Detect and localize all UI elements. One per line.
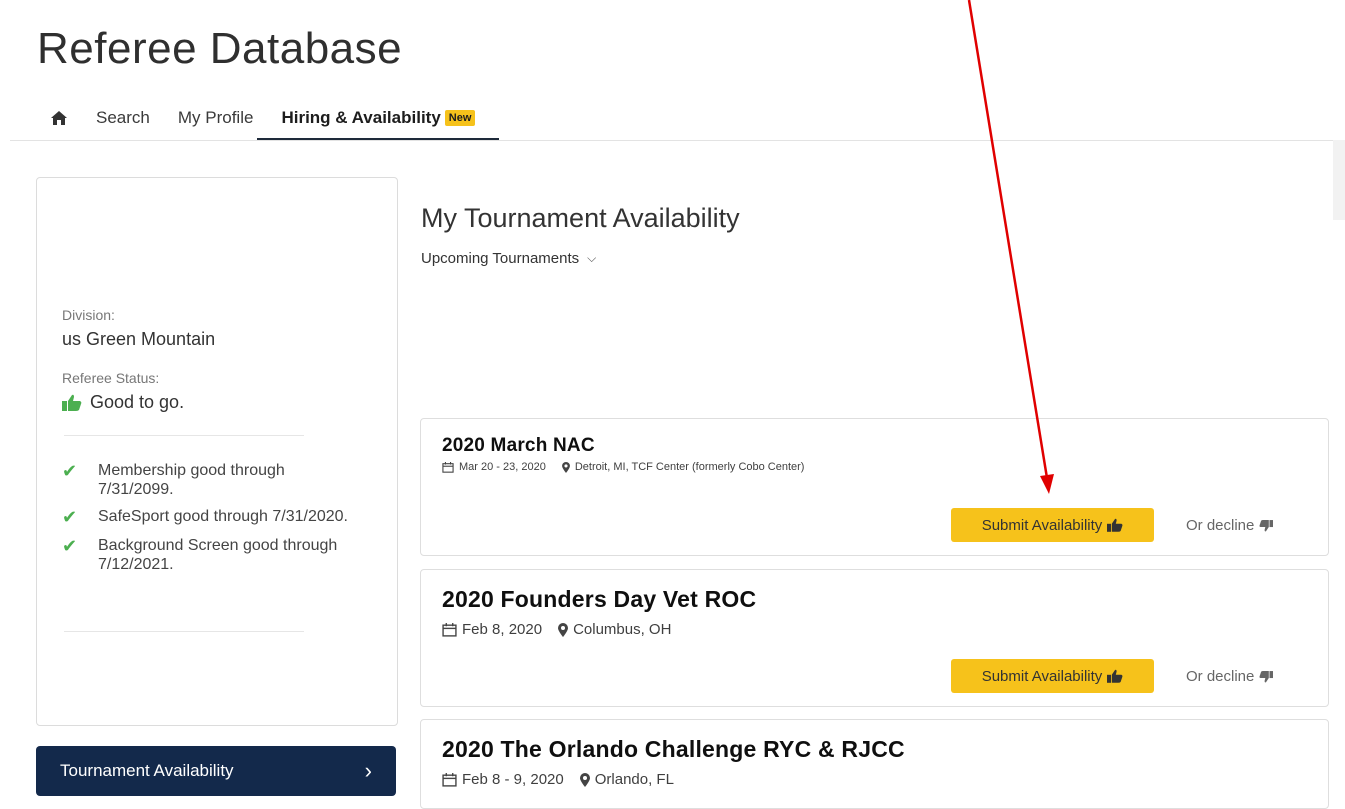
tournament-location: Orlando, FL: [579, 771, 674, 788]
profile-sidebar: Division: us Green Mountain Referee Stat…: [36, 177, 398, 726]
decline-label: Or decline: [1186, 517, 1255, 534]
thumbs-down-icon: [1259, 670, 1274, 682]
tournament-card: 2020 The Orlando Challenge RYC & RJCC Fe…: [420, 719, 1329, 809]
nav-hiring-label: Hiring & Availability: [281, 108, 441, 127]
nav-hiring-availability[interactable]: Hiring & Availability New: [257, 98, 500, 140]
safesport-status: SafeSport good through 7/31/2020.: [98, 508, 348, 525]
tournament-filter-dropdown[interactable]: Upcoming Tournaments ⌵: [421, 250, 596, 267]
sidebar-divider-top: [64, 435, 304, 436]
tournament-location-text: Detroit, MI, TCF Center (formerly Cobo C…: [574, 461, 805, 473]
tournament-location: Columbus, OH: [558, 621, 671, 638]
eligibility-list: ✔ Membership good through 7/31/2099. ✔ S…: [62, 461, 362, 582]
tournament-dates: Feb 8, 2020: [462, 621, 543, 638]
tournament-dates: Mar 20 - 23, 2020: [459, 461, 546, 473]
referee-status: Good to go.: [62, 392, 184, 413]
division-value: us Green Mountain: [62, 329, 216, 349]
thumbs-up-icon: [1107, 669, 1123, 683]
calendar-icon: [442, 622, 457, 637]
check-icon: ✔: [62, 536, 78, 556]
chevron-down-icon: ⌵: [587, 251, 597, 265]
tournament-location: Detroit, MI, TCF Center (formerly Cobo C…: [561, 461, 805, 473]
filter-label: Upcoming Tournaments: [421, 250, 580, 267]
map-marker-icon: [579, 772, 590, 787]
tournament-meta: Feb 8, 2020 Columbus, OH: [442, 621, 671, 638]
membership-status: Membership good through 7/31/2099.: [98, 462, 285, 498]
submit-availability-label: Submit Availability: [981, 667, 1103, 685]
submit-availability-button[interactable]: Submit Availability: [951, 508, 1154, 542]
nav-search[interactable]: Search: [96, 98, 150, 138]
new-badge: New: [444, 110, 476, 126]
nav-home[interactable]: [44, 98, 74, 138]
tournament-card: 2020 Founders Day Vet ROC Feb 8, 2020 Co…: [420, 569, 1329, 707]
tournament-card: 2020 March NAC Mar 20 - 23, 2020 Detroit…: [420, 418, 1329, 556]
thumbs-up-icon: [1107, 518, 1123, 532]
tournament-location-text: Orlando, FL: [594, 771, 674, 788]
list-item: ✔ Membership good through 7/31/2099.: [62, 461, 362, 499]
list-item: ✔ SafeSport good through 7/31/2020.: [62, 507, 362, 528]
section-title: My Tournament Availability: [421, 203, 740, 233]
division-label: Division:: [62, 307, 115, 323]
background-screen-status: Background Screen good through 7/12/2021…: [98, 537, 338, 573]
tournament-meta: Feb 8 - 9, 2020 Orlando, FL: [442, 771, 674, 788]
check-icon: ✔: [62, 461, 78, 481]
submit-availability-label: Submit Availability: [981, 516, 1103, 534]
tournament-title: 2020 The Orlando Challenge RYC & RJCC: [442, 736, 905, 762]
tournament-dates: Feb 8 - 9, 2020: [462, 771, 564, 788]
tournament-location-text: Columbus, OH: [573, 621, 672, 638]
tournament-availability-label: Tournament Availability: [60, 761, 234, 780]
main-nav: Search My Profile Hiring & Availability …: [44, 98, 527, 142]
thumbs-up-icon: [62, 394, 82, 411]
sidebar-divider-bottom: [64, 631, 304, 632]
map-marker-icon: [558, 622, 569, 637]
scroll-edge: [1333, 140, 1345, 220]
thumbs-down-icon: [1259, 519, 1274, 531]
chevron-right-icon: ›: [364, 758, 372, 783]
home-icon: [51, 111, 67, 125]
list-item: ✔ Background Screen good through 7/12/20…: [62, 536, 362, 574]
tournament-title: 2020 March NAC: [442, 435, 595, 456]
decline-button[interactable]: Or decline: [1186, 517, 1274, 534]
tournament-availability-button[interactable]: Tournament Availability ›: [36, 746, 396, 796]
submit-availability-button[interactable]: Submit Availability: [951, 659, 1154, 693]
referee-status-label: Referee Status:: [62, 370, 160, 386]
nav-my-profile[interactable]: My Profile: [178, 98, 254, 138]
tournament-meta: Mar 20 - 23, 2020 Detroit, MI, TCF Cente…: [442, 461, 804, 473]
decline-button[interactable]: Or decline: [1186, 668, 1274, 685]
tournament-title: 2020 Founders Day Vet ROC: [442, 586, 757, 612]
calendar-icon: [442, 772, 457, 787]
decline-label: Or decline: [1186, 668, 1255, 685]
nav-divider: [10, 140, 1345, 141]
map-marker-icon: [561, 461, 570, 473]
referee-status-value: Good to go.: [90, 392, 185, 412]
page-title: Referee Database: [37, 24, 403, 73]
calendar-icon: [442, 461, 454, 473]
check-icon: ✔: [62, 507, 78, 527]
